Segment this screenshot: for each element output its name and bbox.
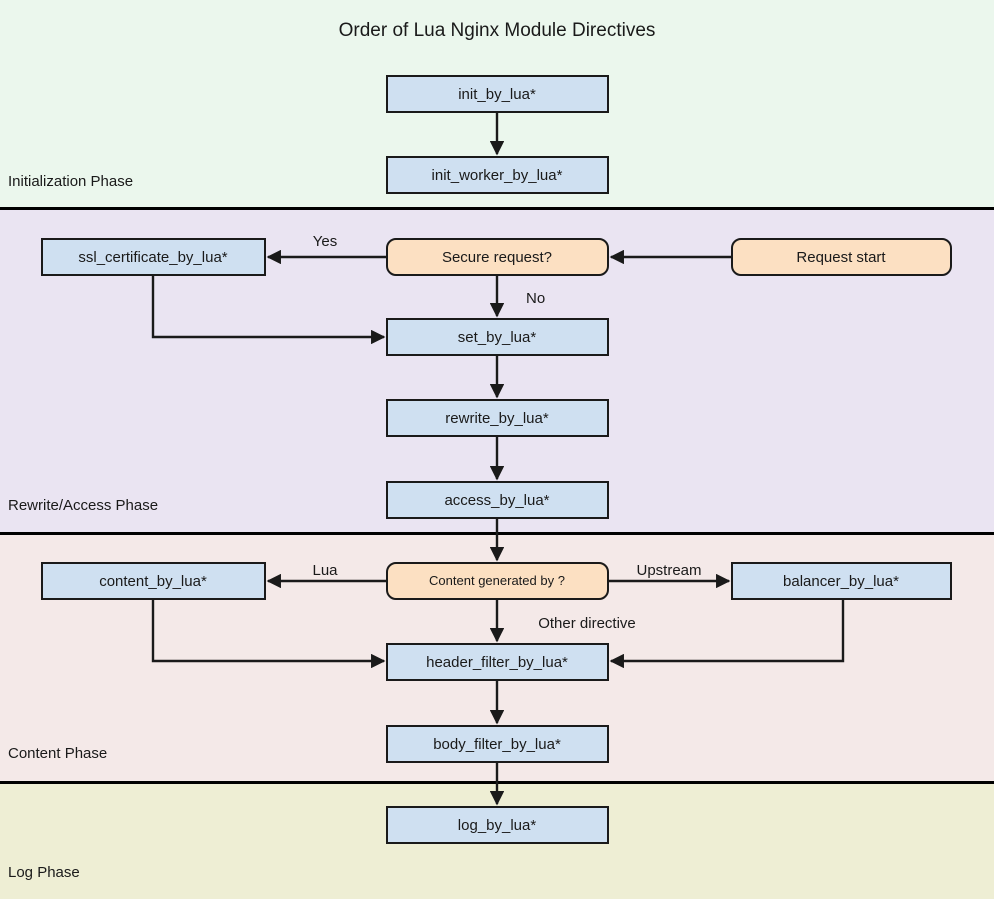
node-secure-request[interactable]: Secure request? bbox=[386, 238, 609, 276]
diagram-canvas: Order of Lua Nginx Module Directives Ini… bbox=[0, 0, 994, 899]
band-label-content: Content Phase bbox=[8, 745, 107, 762]
node-ssl-certificate-by-lua[interactable]: ssl_certificate_by_lua* bbox=[41, 238, 266, 276]
node-label-access-by-lua: access_by_lua* bbox=[444, 492, 549, 509]
node-label-init-worker-by-lua: init_worker_by_lua* bbox=[432, 167, 563, 184]
node-request-start[interactable]: Request start bbox=[731, 238, 952, 276]
node-content-by-lua[interactable]: content_by_lua* bbox=[41, 562, 266, 600]
edge-label-upstream: Upstream bbox=[636, 562, 701, 579]
node-label-content-generated-by: Content generated by ? bbox=[429, 573, 565, 588]
node-label-log-by-lua: log_by_lua* bbox=[458, 817, 537, 834]
node-rewrite-by-lua[interactable]: rewrite_by_lua* bbox=[386, 399, 609, 437]
node-label-rewrite-by-lua: rewrite_by_lua* bbox=[445, 410, 549, 427]
page-title: Order of Lua Nginx Module Directives bbox=[339, 20, 656, 41]
node-balancer-by-lua[interactable]: balancer_by_lua* bbox=[731, 562, 952, 600]
node-log-by-lua[interactable]: log_by_lua* bbox=[386, 806, 609, 844]
node-label-secure-request: Secure request? bbox=[442, 249, 552, 266]
node-label-header-filter-by-lua: header_filter_by_lua* bbox=[426, 654, 568, 671]
node-init-worker-by-lua[interactable]: init_worker_by_lua* bbox=[386, 156, 609, 194]
node-label-balancer-by-lua: balancer_by_lua* bbox=[783, 573, 899, 590]
band-label-rewrite-access: Rewrite/Access Phase bbox=[8, 497, 158, 514]
node-body-filter-by-lua[interactable]: body_filter_by_lua* bbox=[386, 725, 609, 763]
band-label-log: Log Phase bbox=[8, 864, 80, 881]
node-label-content-by-lua: content_by_lua* bbox=[99, 573, 207, 590]
node-label-init-by-lua: init_by_lua* bbox=[458, 86, 536, 103]
node-label-request-start: Request start bbox=[796, 249, 886, 266]
flowchart-svg: Order of Lua Nginx Module Directives Ini… bbox=[0, 0, 994, 899]
node-set-by-lua[interactable]: set_by_lua* bbox=[386, 318, 609, 356]
edge-label-no: No bbox=[526, 290, 545, 307]
band-label-initialization: Initialization Phase bbox=[8, 173, 133, 190]
edge-label-yes: Yes bbox=[313, 233, 337, 250]
edge-label-other-directive: Other directive bbox=[538, 615, 636, 632]
edge-label-lua: Lua bbox=[312, 562, 338, 579]
node-content-generated-by[interactable]: Content generated by ? bbox=[386, 562, 609, 600]
node-access-by-lua[interactable]: access_by_lua* bbox=[386, 481, 609, 519]
node-label-set-by-lua: set_by_lua* bbox=[458, 329, 537, 346]
node-init-by-lua[interactable]: init_by_lua* bbox=[386, 75, 609, 113]
node-header-filter-by-lua[interactable]: header_filter_by_lua* bbox=[386, 643, 609, 681]
node-label-ssl-certificate-by-lua: ssl_certificate_by_lua* bbox=[78, 249, 227, 266]
node-label-body-filter-by-lua: body_filter_by_lua* bbox=[433, 736, 561, 753]
